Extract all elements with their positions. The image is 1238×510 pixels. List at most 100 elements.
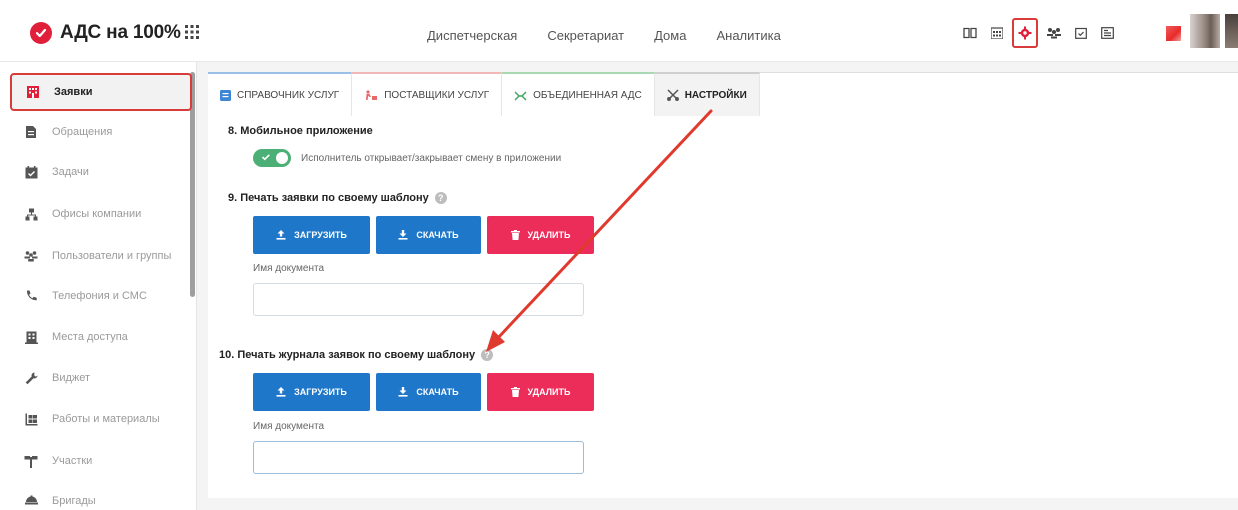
calendar-check-icon[interactable] (1069, 18, 1092, 48)
sidebar-item-label: Пользователи и группы (52, 250, 172, 262)
help-icon[interactable]: ? (481, 349, 494, 361)
section-title-text: 9. Печать заявки по своему шаблону (228, 192, 429, 204)
section-print-journal-title: 10. Печать журнала заявок по своему шабл… (219, 349, 494, 361)
nav-dispatch[interactable]: Диспетчерская (427, 28, 517, 43)
wrench-icon (24, 371, 38, 385)
toggle-knob (276, 152, 288, 164)
logo-text: АДС на 100% (60, 22, 181, 43)
download-template-button[interactable]: Скачать (376, 216, 481, 254)
team-icon (24, 494, 38, 508)
sidebar-item-label: Заявки (54, 86, 93, 98)
sidebar: Заявки Обращения Задачи Офисы компании П (0, 62, 197, 510)
sidebar-item-label: Обращения (52, 126, 113, 138)
document-icon (24, 125, 38, 139)
sidebar-item-offices[interactable]: Офисы компании (10, 195, 192, 233)
nav-analytics[interactable]: Аналитика (716, 28, 780, 43)
users-icon[interactable] (1042, 18, 1065, 48)
download-journal-template-button[interactable]: Скачать (376, 373, 481, 411)
section-mobile-title: 8. Мобильное приложение (228, 125, 373, 137)
sidebar-item-label: Телефония и СМС (52, 290, 147, 302)
sidebar-item-label: Участки (52, 455, 93, 467)
upload-icon (276, 387, 286, 397)
download-icon (398, 387, 408, 397)
download-icon (398, 230, 408, 240)
network-icon (24, 207, 38, 221)
users-icon (24, 249, 38, 263)
top-nav: Диспетчерская Секретариат Дома Аналитика (427, 28, 811, 43)
sidebar-item-label: Виджет (52, 372, 91, 384)
sidebar-item-teams[interactable]: Бригады (10, 482, 192, 510)
header-icons (958, 18, 1123, 48)
button-label: Удалить (527, 230, 571, 240)
button-label: Скачать (416, 230, 459, 240)
tab-services-directory[interactable]: Справочник услуг (208, 72, 353, 116)
sidebar-item-label: Работы и материалы (52, 413, 160, 425)
check-icon (261, 154, 270, 161)
top-header: АДС на 100% Диспетчерская Секретариат До… (0, 0, 1238, 62)
delete-journal-template-button[interactable]: Удалить (487, 373, 594, 411)
shift-toggle[interactable] (253, 149, 291, 167)
calendar-icon[interactable] (985, 18, 1008, 48)
button-label: Загрузить (294, 230, 347, 240)
sidebar-item-label: Офисы компании (52, 208, 142, 220)
app-window: АДС на 100% Диспетчерская Секретариат До… (0, 0, 1238, 510)
document-name-label: Имя документа (253, 263, 325, 274)
tools-icon (666, 89, 679, 101)
button-label: Загрузить (294, 387, 347, 397)
logo[interactable]: АДС на 100% (30, 22, 181, 44)
apps-grid-icon[interactable] (185, 25, 199, 44)
upload-icon (276, 230, 286, 240)
tab-label: Справочник услуг (237, 89, 340, 101)
shift-toggle-label: Исполнитель открывает/закрывает смену в … (301, 152, 562, 164)
delivery-icon (364, 89, 378, 101)
sidebar-item-tasks[interactable]: Задачи (10, 153, 192, 191)
document-name-input[interactable] (253, 283, 584, 316)
user-avatar[interactable] (1190, 14, 1220, 48)
sidebar-item-label: Места доступа (52, 331, 128, 343)
user-avatar-edge (1225, 14, 1238, 48)
trash-icon (510, 387, 520, 397)
sidebar-item-telephony[interactable]: Телефония и СМС (10, 277, 192, 315)
delete-template-button[interactable]: Удалить (487, 216, 594, 254)
newspaper-icon[interactable] (1096, 18, 1119, 48)
phone-icon (24, 289, 38, 303)
tab-united-ads[interactable]: Объединенная АДС (502, 72, 655, 116)
help-icon[interactable]: ? (434, 192, 447, 204)
trash-icon (510, 230, 520, 240)
sidebar-item-label: Задачи (52, 166, 89, 178)
notification-avatar[interactable] (1166, 26, 1181, 41)
book-icon[interactable] (958, 18, 981, 48)
sidebar-item-appeals[interactable]: Обращения (10, 113, 192, 151)
tab-settings[interactable]: Настройки (654, 72, 760, 116)
button-label: Удалить (527, 387, 571, 397)
nav-houses[interactable]: Дома (654, 28, 686, 43)
sidebar-item-works-materials[interactable]: Работы и материалы (10, 400, 192, 438)
tab-service-providers[interactable]: Поставщики услуг (352, 72, 503, 116)
merge-icon (514, 90, 527, 101)
upload-journal-template-button[interactable]: Загрузить (253, 373, 370, 411)
calendar-icon (24, 165, 38, 179)
sidebar-item-label: Бригады (52, 495, 96, 507)
tab-bar: Справочник услуг Поставщики услуг Объеди… (208, 72, 760, 116)
journal-document-name-input[interactable] (253, 441, 584, 474)
sidebar-item-access-points[interactable]: Места доступа (10, 318, 192, 356)
building-icon (24, 330, 38, 344)
tab-label: Объединенная АДС (533, 89, 642, 101)
upload-template-button[interactable]: Загрузить (253, 216, 370, 254)
shift-toggle-row: Исполнитель открывает/закрывает смену в … (253, 149, 561, 167)
section-title-text: 10. Печать журнала заявок по своему шабл… (219, 349, 476, 361)
materials-icon (24, 412, 38, 426)
sidebar-item-widget[interactable]: Виджет (10, 359, 192, 397)
gear-icon[interactable] (1012, 18, 1038, 48)
journal-document-name-label: Имя документа (253, 421, 325, 432)
check-logo-icon (30, 22, 52, 44)
sidebar-item-sections[interactable]: Участки (10, 442, 192, 480)
section-print-request-title: 9. Печать заявки по своему шаблону ? (228, 192, 447, 204)
list-icon (220, 89, 231, 101)
section-title-text: 8. Мобильное приложение (228, 125, 373, 137)
tab-label: Настройки (684, 89, 747, 101)
sign-icon (24, 454, 38, 468)
nav-secretariat[interactable]: Секретариат (547, 28, 624, 43)
sidebar-item-requests[interactable]: Заявки (10, 73, 192, 111)
sidebar-item-users[interactable]: Пользователи и группы (10, 237, 192, 275)
